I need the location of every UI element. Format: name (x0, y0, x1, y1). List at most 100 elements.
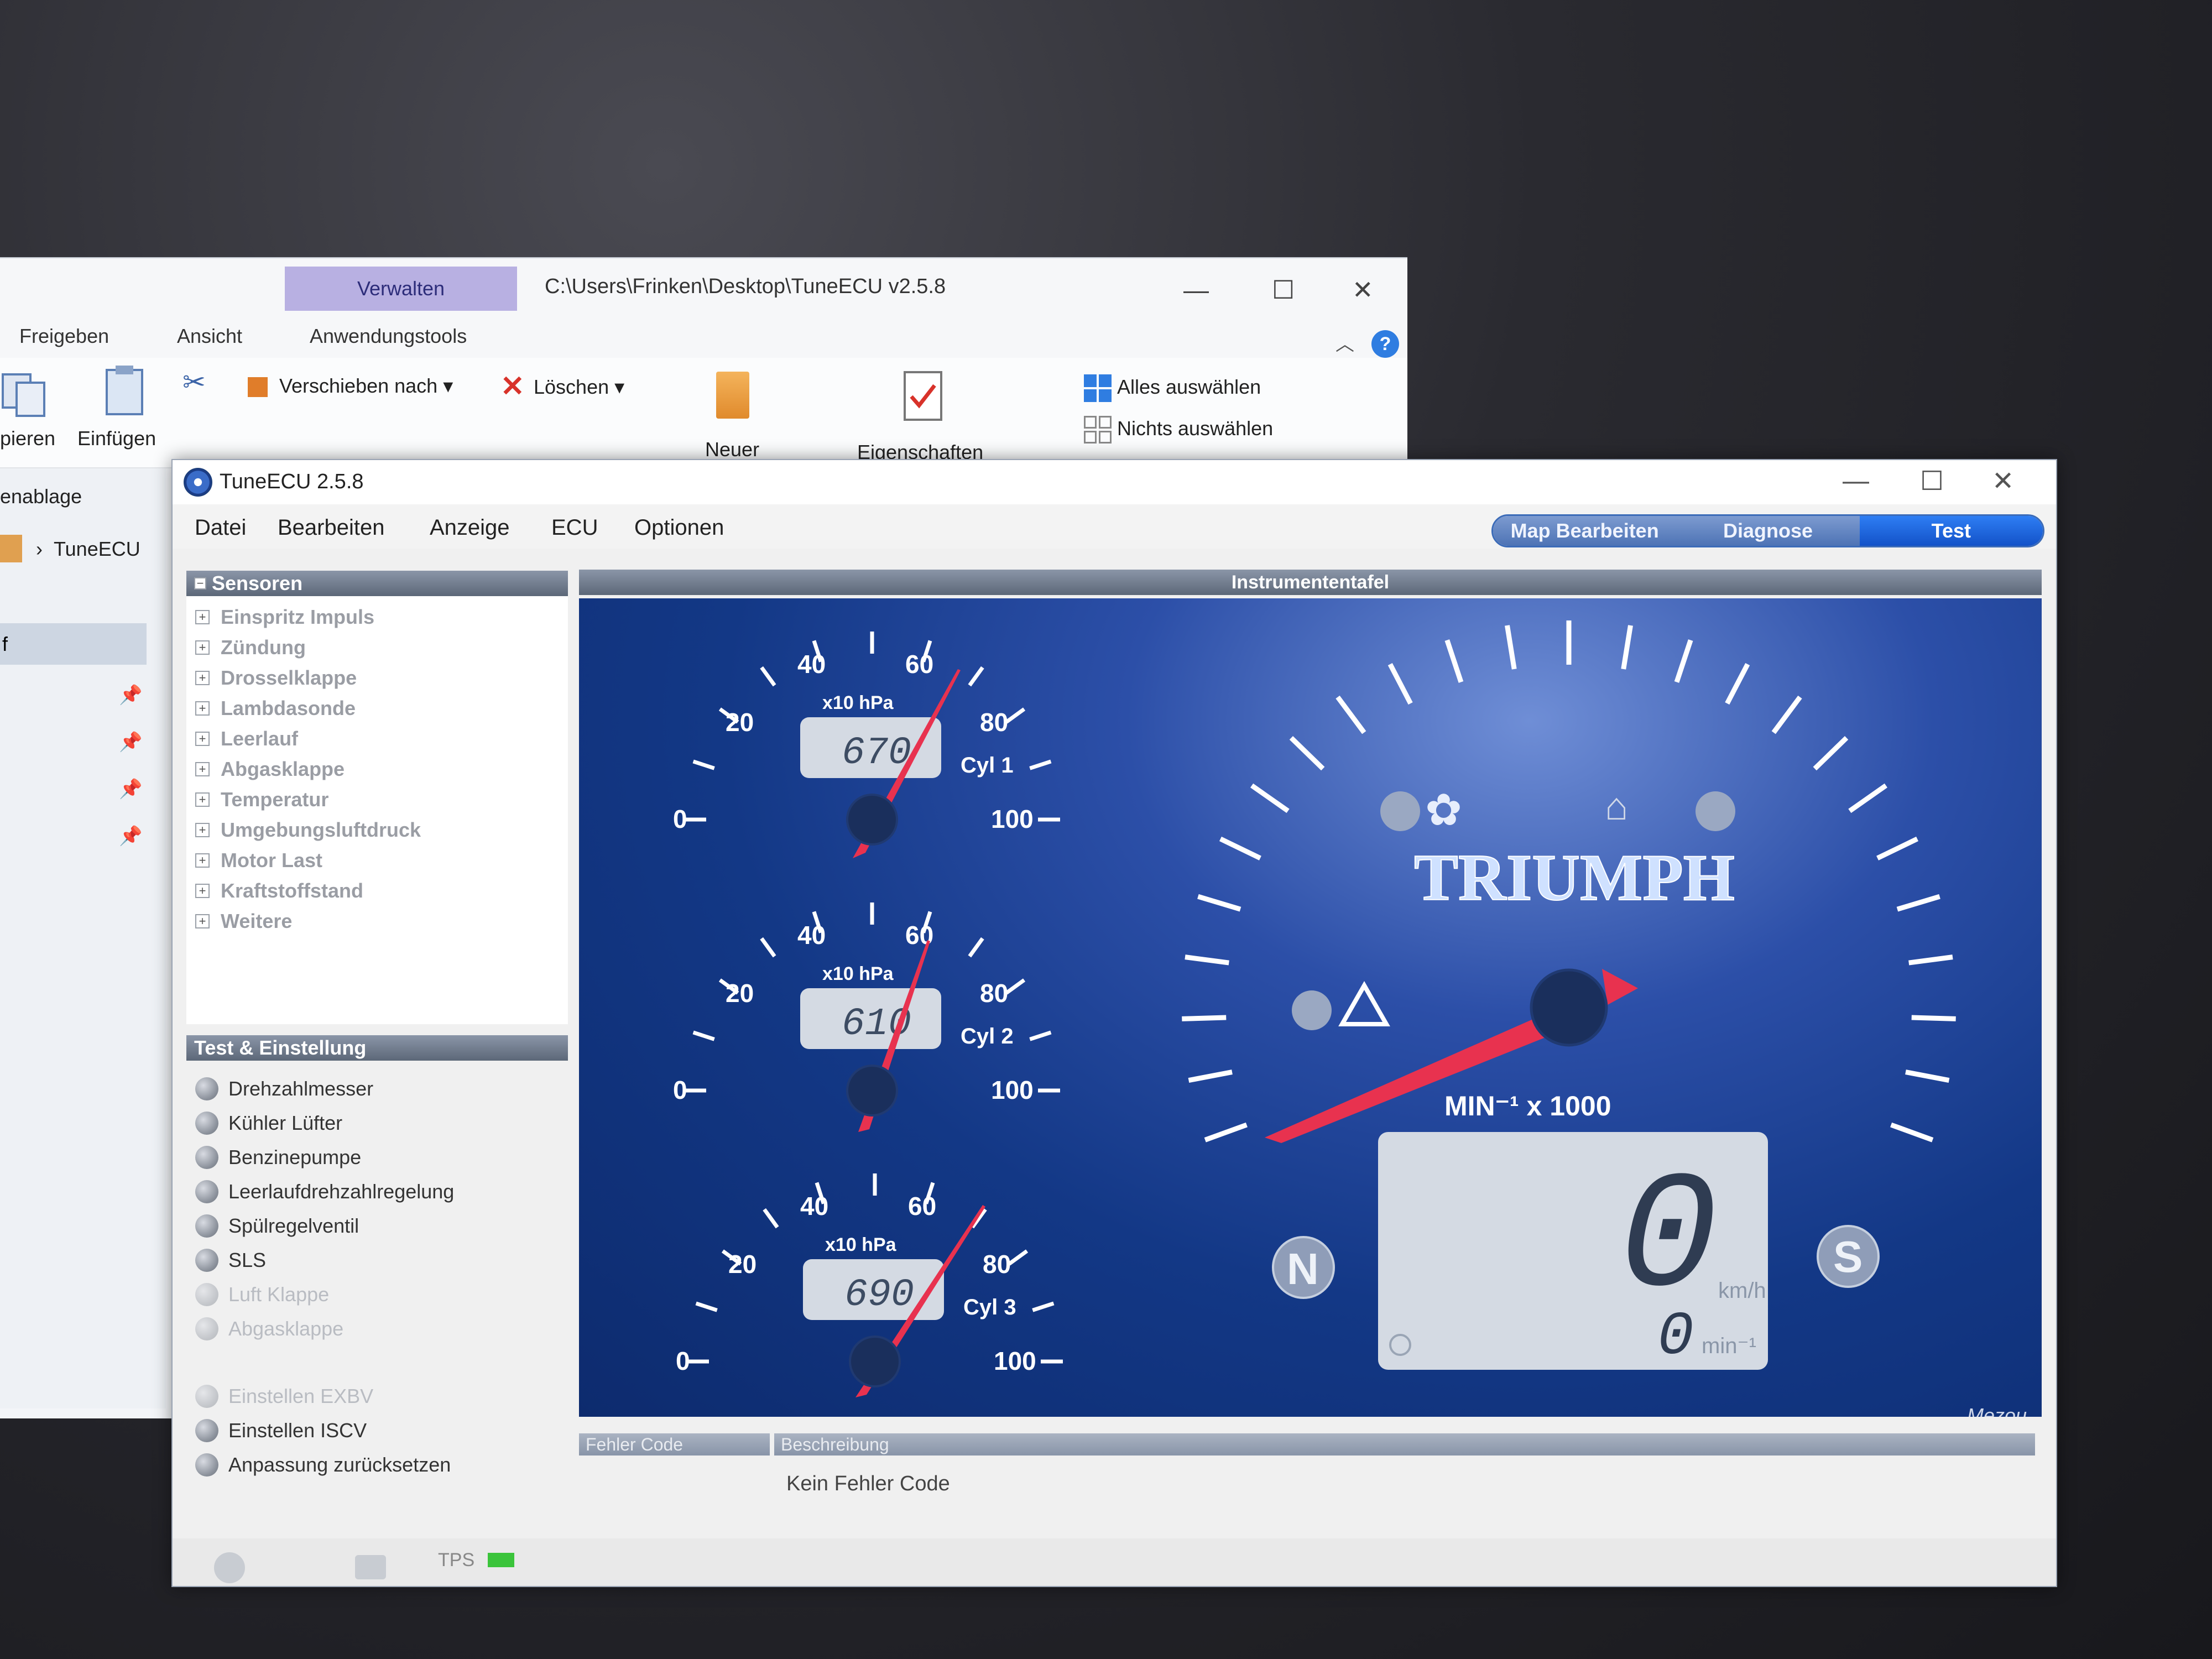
close-icon[interactable]: ✕ (1352, 275, 1374, 305)
tick-mark (1005, 707, 1026, 724)
sensors-header[interactable]: − Sensoren (186, 571, 568, 596)
sensor-item[interactable]: + Motor Last (186, 845, 568, 875)
sensor-item[interactable]: + Weitere (186, 906, 568, 936)
expand-icon[interactable]: + (195, 853, 210, 868)
column-fehler-code[interactable]: Fehler Code (579, 1433, 770, 1455)
sensor-item[interactable]: + Drosselklappe (186, 662, 568, 693)
menu-datei[interactable]: Datei (195, 515, 246, 540)
close-icon[interactable]: ✕ (1992, 466, 2014, 497)
select-none-button[interactable]: Nichts auswählen (1117, 417, 1273, 440)
test-item[interactable]: Leerlaufdrehzahlregelung (186, 1175, 568, 1209)
radio-button[interactable] (195, 1419, 218, 1442)
test-item[interactable]: Einstellen ISCV (186, 1413, 568, 1448)
sensor-item[interactable]: + Umgebungsluftdruck (186, 815, 568, 845)
radio-button[interactable] (195, 1214, 218, 1238)
tick-label: 20 (726, 979, 754, 1008)
mode-map-bearbeiten[interactable]: Map Bearbeiten (1493, 516, 1677, 546)
paste-icon[interactable] (102, 363, 147, 419)
column-beschreibung[interactable]: Beschreibung (774, 1433, 2035, 1455)
sport-label: S (1833, 1232, 1863, 1281)
error-table-header: Fehler Code Beschreibung (579, 1433, 2042, 1455)
test-item[interactable]: Drehzahlmesser (186, 1072, 568, 1106)
test-item[interactable]: Anpassung zurücksetzen (186, 1448, 568, 1482)
nav-item-selected[interactable]: f (0, 623, 147, 665)
expand-icon[interactable]: + (195, 609, 210, 624)
test-item[interactable]: Benzinepumpe (186, 1140, 568, 1175)
tick-mark (1725, 663, 1750, 705)
menu-optionen[interactable]: Optionen (634, 515, 724, 540)
help-icon[interactable]: ? (1371, 330, 1399, 358)
tab-ansicht[interactable]: Ansicht (177, 325, 242, 348)
expand-icon[interactable]: + (195, 731, 210, 746)
expand-icon[interactable]: + (195, 792, 210, 807)
maximize-icon[interactable]: ☐ (1920, 466, 1944, 497)
cylinder-label: Cyl 1 (961, 753, 1014, 778)
delete-button[interactable]: Löschen ▾ (534, 375, 624, 399)
pin-icon: 📌 (119, 732, 143, 753)
delete-icon: ✕ (500, 371, 525, 403)
tick-mark (1219, 836, 1261, 860)
cylinder-label: Cyl 2 (961, 1024, 1014, 1048)
select-all-button[interactable]: Alles auswählen (1117, 375, 1261, 399)
sensor-item[interactable]: + Kraftstoffstand (186, 875, 568, 906)
expand-icon[interactable]: + (195, 761, 210, 776)
radio-button[interactable] (195, 1112, 218, 1135)
test-item[interactable]: SLS (186, 1243, 568, 1277)
menu-ecu[interactable]: ECU (551, 515, 598, 540)
maximize-icon[interactable]: ☐ (1272, 275, 1295, 305)
tab-freigeben[interactable]: Freigeben (19, 325, 109, 348)
needle-hub (846, 794, 898, 846)
tps-indicator (488, 1553, 514, 1567)
mode-test[interactable]: Test (1859, 516, 2043, 546)
speed-unit: km/h (1718, 1279, 1766, 1303)
mode-diagnose[interactable]: Diagnose (1676, 516, 1860, 546)
test-item[interactable]: Spülregelventil (186, 1209, 568, 1243)
sensor-item[interactable]: + Zündung (186, 632, 568, 662)
copy-icon[interactable] (0, 369, 50, 419)
expand-icon[interactable]: + (195, 914, 210, 928)
collapse-ribbon-icon[interactable]: ︿ (1335, 329, 1354, 356)
pin-icon: 📌 (119, 685, 143, 706)
cut-icon[interactable]: ✂ (182, 366, 206, 398)
expand-icon[interactable]: + (195, 640, 210, 655)
move-icon (248, 377, 268, 397)
breadcrumb[interactable]: › TuneECU (36, 538, 140, 561)
tab-verwalten[interactable]: Verwalten (285, 267, 517, 311)
tab-anwendungstools[interactable]: Anwendungstools (310, 325, 467, 348)
expand-icon[interactable]: + (195, 883, 210, 898)
properties-icon[interactable] (901, 369, 946, 424)
tick-label: 100 (991, 1076, 1034, 1104)
expand-icon[interactable]: + (195, 822, 210, 837)
test-item[interactable]: Kühler Lüfter (186, 1106, 568, 1140)
tick-mark (1848, 783, 1887, 813)
radio-button[interactable] (195, 1146, 218, 1169)
tick-mark (760, 666, 776, 687)
neutral-label: N (1287, 1244, 1319, 1293)
minimize-icon[interactable]: — (1183, 275, 1209, 305)
radio-button[interactable] (195, 1180, 218, 1203)
sensor-item[interactable]: + Abgasklappe (186, 754, 568, 784)
sensor-item[interactable]: + Lambdasonde (186, 693, 568, 723)
tick-mark (1182, 1015, 1227, 1021)
radio-button[interactable] (195, 1453, 218, 1477)
sensor-item[interactable]: + Temperatur (186, 784, 568, 815)
explorer-path: C:\Users\Frinken\Desktop\TuneECU v2.5.8 (545, 275, 946, 298)
pin-icon: 📌 (119, 826, 143, 847)
minimize-icon[interactable]: — (1843, 466, 1869, 496)
radio-button[interactable] (195, 1077, 218, 1100)
new-folder-icon[interactable] (716, 372, 749, 419)
paste-label: Einfügen (77, 427, 156, 450)
menu-anzeige[interactable]: Anzeige (430, 515, 510, 540)
sensor-item[interactable]: + Einspritz Impuls (186, 602, 568, 632)
tuneecu-titlebar (173, 460, 2056, 504)
sensor-item[interactable]: + Leerlauf (186, 723, 568, 754)
menu-bearbeiten[interactable]: Bearbeiten (278, 515, 384, 540)
radio-button[interactable] (195, 1249, 218, 1272)
expand-icon[interactable]: + (195, 670, 210, 685)
unit-label: x10 hPa (822, 963, 894, 984)
expand-icon[interactable]: + (195, 701, 210, 716)
radio-button (195, 1385, 218, 1408)
collapse-icon[interactable]: − (194, 577, 206, 589)
instrument-panel: 0 20 40 60 80 100 x10 hPa 670 Cyl 1 0 20… (579, 598, 2042, 1417)
move-to-button[interactable]: Verschieben nach ▾ (279, 374, 453, 398)
